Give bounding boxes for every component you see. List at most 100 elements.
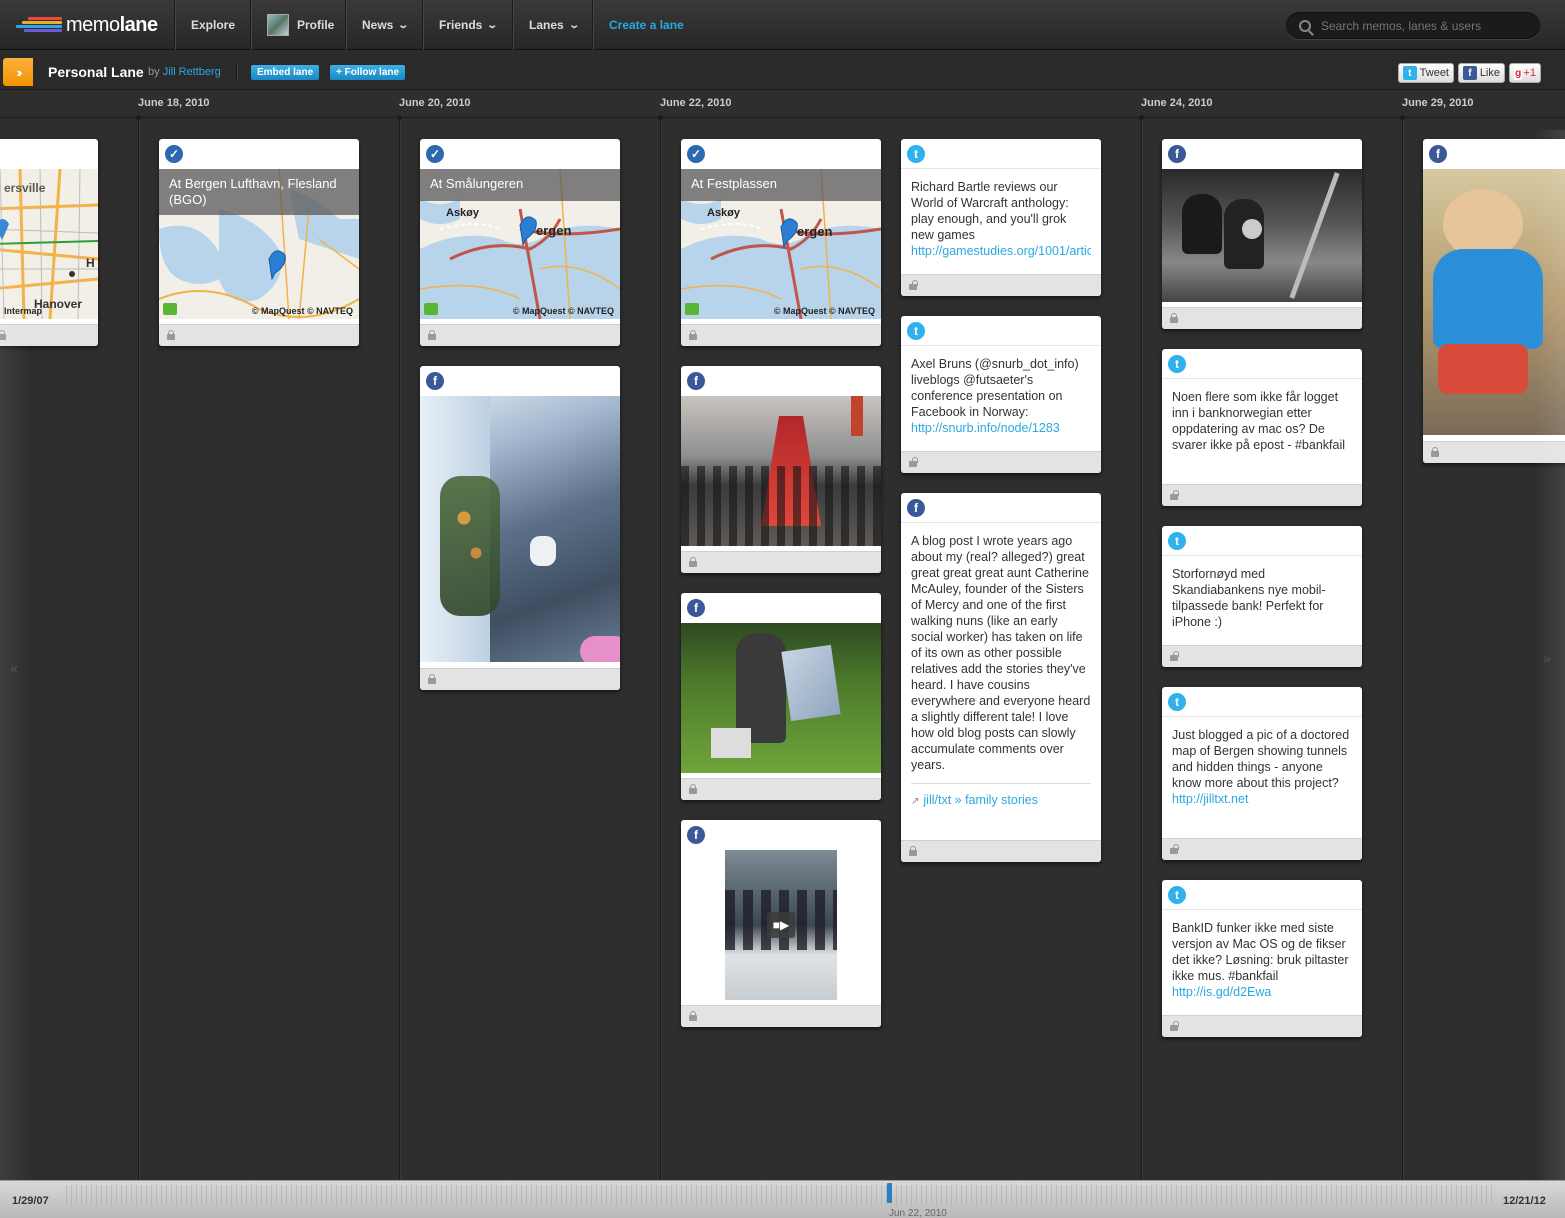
lane-title: Personal Lane [48,64,144,80]
tweet-body: BankID funker ikke med siste versjon av … [1172,921,1349,983]
memo-card-tweet[interactable]: t Axel Bruns (@snurb_dot_info) liveblogs… [901,316,1101,473]
lock-icon [1431,447,1439,457]
video-camera-icon[interactable]: ■▶ [767,912,795,938]
card-footer [159,324,359,346]
double-chevron-right-icon: ›› [16,64,22,80]
date-divider [397,115,402,1180]
nav-create-lane[interactable]: Create a lane [592,0,700,50]
unlock-icon [1170,844,1179,854]
card-header: t [901,316,1101,346]
chevron-down-icon: ⌄ [568,19,580,31]
card-header: t [1162,687,1362,717]
byline-prefix: by [148,66,160,78]
memo-card-tweet[interactable]: t Just blogged a pic of a doctored map o… [1162,687,1362,860]
memo-card-video[interactable]: f ■▶ [681,820,881,1027]
timeline-slider[interactable]: 1/29/07 Jun 22, 2010 12/21/12 [0,1180,1565,1218]
memo-card-tweet[interactable]: t Noen flere som ikke får logget inn i b… [1162,349,1362,506]
follow-lane-button[interactable]: + Follow lane [330,65,406,80]
card-footer [681,324,881,346]
memolane-logo[interactable]: memolane [14,12,158,38]
facebook-icon: f [1463,66,1477,80]
nav-profile[interactable]: Profile [250,0,350,50]
nav-friends-label: Friends [439,18,483,32]
lock-icon [689,1011,697,1021]
double-chevron-left-icon: « [10,660,18,676]
nav-explore-label: Explore [191,18,236,32]
tweet-link[interactable]: http://jilltxt.net [1172,791,1352,807]
embed-lane-button[interactable]: Embed lane [251,65,320,80]
blog-link[interactable]: ↗ jill/txt » family stories [901,784,1101,816]
google-plus-one-button[interactable]: g +1 [1509,63,1541,83]
lock-icon [689,330,697,340]
card-header: t [1162,349,1362,379]
tweet-link[interactable]: http://gamestudies.org/1001/articles [911,243,1091,259]
memo-card-photo[interactable]: f [420,366,620,690]
memo-card-tweet[interactable]: t BankID funker ikke med siste versjon a… [1162,880,1362,1037]
expand-button[interactable]: ›› [3,58,33,86]
card-footer [681,778,881,800]
memo-card-photo[interactable]: f [1162,139,1362,329]
nav-news-label: News [362,18,394,32]
nav-lanes[interactable]: Lanes ⌄ [512,0,594,50]
card-footer [681,551,881,573]
memo-card-checkin[interactable]: ✓ At Smålungeren Askøy ergen © MapQuest … [420,139,620,346]
facebook-icon: f [687,599,705,617]
scroll-right-region[interactable]: » [1535,130,1565,1180]
search-input[interactable] [1321,18,1531,33]
lock-icon [689,784,697,794]
twitter-icon: t [1168,886,1186,904]
checkin-icon: ✓ [165,145,183,163]
tweet-link[interactable]: http://snurb.info/node/1283 [911,420,1091,436]
map-caption: At Smålungeren [420,169,620,201]
memo-card-checkin[interactable]: ✓ At Festplassen Askøy ergen © MapQuest … [681,139,881,346]
avatar [267,14,289,36]
card-header: f [901,493,1101,523]
plusone-label: +1 [1523,67,1536,79]
facebook-like-button[interactable]: f Like [1458,63,1505,83]
memo-card-photo[interactable]: f [681,366,881,573]
unlock-icon [1170,490,1179,500]
date-divider [136,115,141,1180]
memo-card-checkin[interactable]: ✓ At Bergen Lufthavn, Flesland (BGO) © M… [159,139,359,346]
nav-news[interactable]: News ⌄ [345,0,424,50]
memo-card-blog[interactable]: f A blog post I wrote years ago about my… [901,493,1101,862]
nav-explore[interactable]: Explore [174,0,251,50]
memo-card-tweet[interactable]: t Richard Bartle reviews our World of Wa… [901,139,1101,296]
map-image: At Smålungeren Askøy ergen © MapQuest © … [420,169,620,319]
timeline[interactable]: June 18, 2010 June 20, 2010 June 22, 201… [0,90,1565,1180]
card-footer [901,451,1101,473]
search-box[interactable] [1286,12,1540,39]
card-footer [1162,307,1362,329]
card-footer [1162,645,1362,667]
tweet-button[interactable]: t Tweet [1398,63,1454,83]
video-thumbnail: ■▶ [681,850,881,1000]
slider-track[interactable] [66,1185,1494,1205]
map-label: ergen [797,224,833,239]
author-link[interactable]: Jill Rettberg [163,66,221,78]
memo-card-photo[interactable]: f [681,593,881,800]
card-header: t [1162,880,1362,910]
scroll-left-region[interactable]: « [0,140,30,1180]
divider [236,62,237,82]
map-credit: © MapQuest © NAVTEQ [251,306,353,316]
unlock-icon [1170,651,1179,661]
date-label: June 24, 2010 [1141,97,1213,109]
google-icon: g [1514,66,1523,80]
tweet-link[interactable]: http://is.gd/d2Ewa [1172,984,1352,1000]
map-credit: © MapQuest © NAVTEQ [512,306,614,316]
twitter-icon: t [1168,532,1186,550]
mapquest-icon [685,303,699,315]
nav-friends[interactable]: Friends ⌄ [422,0,513,50]
lock-icon [428,330,436,340]
card-footer [1162,1015,1362,1037]
memo-card-tweet[interactable]: t Storfornøyd med Skandiabankens nye mob… [1162,526,1362,667]
slider-handle[interactable] [887,1183,892,1203]
chevron-down-icon: ⌄ [486,19,499,31]
card-header: f [420,366,620,396]
lock-icon [1170,313,1178,323]
twitter-icon: t [1168,355,1186,373]
tweet-body: Noen flere som ikke får logget inn i ban… [1172,390,1346,452]
slider-start-date: 1/29/07 [12,1195,49,1207]
tweet-text: Richard Bartle reviews our World of Warc… [901,169,1101,259]
card-header: f [1162,139,1362,169]
